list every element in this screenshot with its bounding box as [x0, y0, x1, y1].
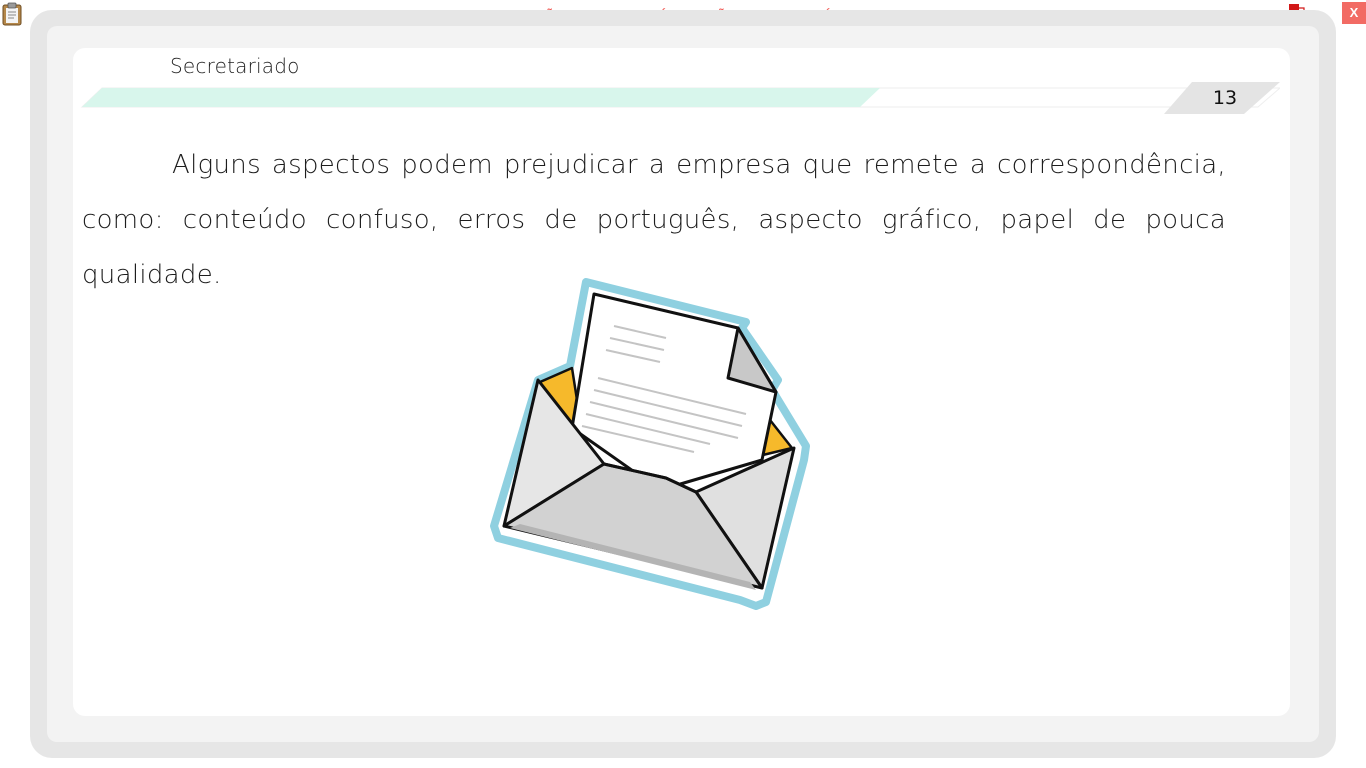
clipboard-icon[interactable] — [2, 2, 22, 26]
section-title: Secretariado — [170, 54, 300, 78]
envelope-icon — [490, 278, 810, 610]
close-button[interactable]: X — [1342, 2, 1366, 24]
header-band — [80, 82, 1280, 114]
page-number: 13 — [1212, 87, 1238, 109]
